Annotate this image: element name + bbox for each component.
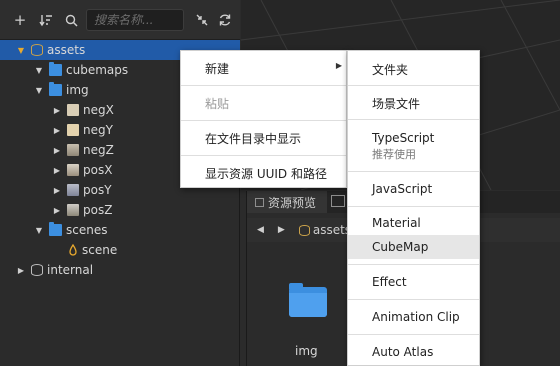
- breadcrumb-item[interactable]: assets: [313, 223, 351, 237]
- chevron-down-icon[interactable]: ▼: [34, 65, 44, 75]
- chevron-right-icon[interactable]: ▶: [16, 265, 26, 275]
- tree-item-label: posZ: [83, 203, 113, 217]
- menu-item-material[interactable]: Material: [348, 207, 479, 235]
- refresh-icon[interactable]: [215, 10, 235, 30]
- tree-item-label: assets: [47, 43, 86, 57]
- folder-icon: [49, 62, 62, 76]
- database-icon: [31, 264, 43, 276]
- menu-item-paste[interactable]: 粘贴: [181, 86, 346, 119]
- menu-item-label: Material: [372, 216, 421, 230]
- database-icon: [31, 44, 43, 56]
- tree-item-scenes[interactable]: ▼ scenes: [0, 220, 240, 240]
- chevron-right-icon[interactable]: ▶: [52, 205, 62, 215]
- menu-item-javascript[interactable]: JavaScript: [348, 172, 479, 205]
- plus-icon[interactable]: +: [10, 10, 30, 30]
- image-icon: [67, 204, 79, 216]
- chevron-right-icon[interactable]: ▶: [52, 105, 62, 115]
- tree-item-label: negX: [83, 103, 114, 117]
- menu-item-label: 粘贴: [205, 97, 230, 111]
- menu-item-auto-atlas[interactable]: Auto Atlas: [348, 335, 479, 366]
- collapse-icon[interactable]: [192, 10, 212, 30]
- tree-item-label: scenes: [66, 223, 108, 237]
- menu-item-label: 在文件目录中显示: [205, 132, 302, 146]
- new-submenu: 文件夹 场景文件 TypeScript 推荐使用 JavaScript Mate…: [347, 50, 480, 366]
- menu-item-hint: 推荐使用: [372, 148, 416, 161]
- console-tab-icon[interactable]: [331, 195, 345, 207]
- folder-icon: [49, 82, 62, 96]
- image-icon: [67, 124, 79, 136]
- tab-label: 资源预览: [268, 195, 317, 210]
- search-icon: [61, 10, 81, 30]
- tree-item-label: posX: [83, 163, 113, 177]
- menu-item-label: JavaScript: [372, 182, 433, 196]
- panel-icon: [255, 197, 264, 207]
- database-icon: [298, 224, 310, 236]
- chevron-right-icon: ▶: [335, 61, 342, 70]
- tree-item-internal[interactable]: ▶ internal: [0, 260, 240, 280]
- assets-toolbar: + 搜索名称...: [0, 0, 240, 40]
- menu-item-animation-clip[interactable]: Animation Clip: [348, 300, 479, 334]
- menu-item-effect[interactable]: Effect: [348, 265, 479, 299]
- chevron-right-icon[interactable]: ▶: [52, 145, 62, 155]
- menu-item-label: 新建: [205, 62, 230, 76]
- tree-item-label: img: [66, 83, 89, 97]
- menu-item-label: 场景文件: [372, 97, 421, 111]
- forward-icon[interactable]: ▶: [278, 225, 285, 235]
- tree-item-label: internal: [47, 263, 94, 277]
- folder-icon[interactable]: [289, 283, 327, 317]
- menu-item-label: 显示资源 UUID 和路径: [205, 167, 327, 181]
- menu-item-new[interactable]: 新建 ▶: [181, 51, 346, 84]
- sort-icon[interactable]: [36, 10, 56, 30]
- image-icon: [67, 164, 79, 176]
- search-input[interactable]: 搜索名称...: [86, 9, 184, 31]
- chevron-right-icon[interactable]: ▶: [52, 125, 62, 135]
- menu-item-label: TypeScript: [372, 131, 435, 145]
- tree-item-label: cubemaps: [66, 63, 129, 77]
- chevron-right-icon[interactable]: ▶: [52, 165, 62, 175]
- tree-item-scene[interactable]: scene: [0, 240, 240, 260]
- menu-item-label: 文件夹: [372, 63, 409, 77]
- chevron-right-icon[interactable]: ▶: [52, 185, 62, 195]
- menu-item-label: Auto Atlas: [372, 345, 434, 359]
- context-menu: 新建 ▶ 粘贴 在文件目录中显示 显示资源 UUID 和路径: [180, 50, 347, 188]
- tree-item-label: posY: [83, 183, 112, 197]
- folder-label: img: [295, 344, 318, 358]
- image-icon: [67, 184, 79, 196]
- menu-item-scene[interactable]: 场景文件: [348, 86, 479, 119]
- chevron-down-icon[interactable]: ▼: [16, 45, 26, 55]
- menu-item-show-uuid[interactable]: 显示资源 UUID 和路径: [181, 156, 346, 188]
- tree-item-label: scene: [82, 243, 118, 257]
- menu-item-label: Animation Clip: [372, 310, 460, 324]
- menu-item-typescript[interactable]: TypeScript 推荐使用: [348, 120, 479, 170]
- tree-item-label: negZ: [83, 143, 114, 157]
- menu-item-label: CubeMap: [372, 240, 429, 254]
- image-icon: [67, 104, 79, 116]
- back-icon[interactable]: ◀: [257, 225, 264, 235]
- menu-item-label: Effect: [372, 275, 407, 289]
- chevron-down-icon[interactable]: ▼: [34, 225, 44, 235]
- image-icon: [67, 144, 79, 156]
- folder-icon: [49, 222, 62, 236]
- chevron-down-icon[interactable]: ▼: [34, 85, 44, 95]
- menu-item-folder[interactable]: 文件夹: [348, 51, 479, 85]
- tree-item-label: negY: [83, 123, 113, 137]
- menu-item-show-in-explorer[interactable]: 在文件目录中显示: [181, 121, 346, 154]
- tab-asset-preview[interactable]: 资源预览: [247, 191, 327, 213]
- menu-item-cubemap[interactable]: CubeMap: [348, 235, 479, 259]
- scene-icon: [68, 243, 78, 256]
- tree-item-posZ[interactable]: ▶ posZ: [0, 200, 240, 220]
